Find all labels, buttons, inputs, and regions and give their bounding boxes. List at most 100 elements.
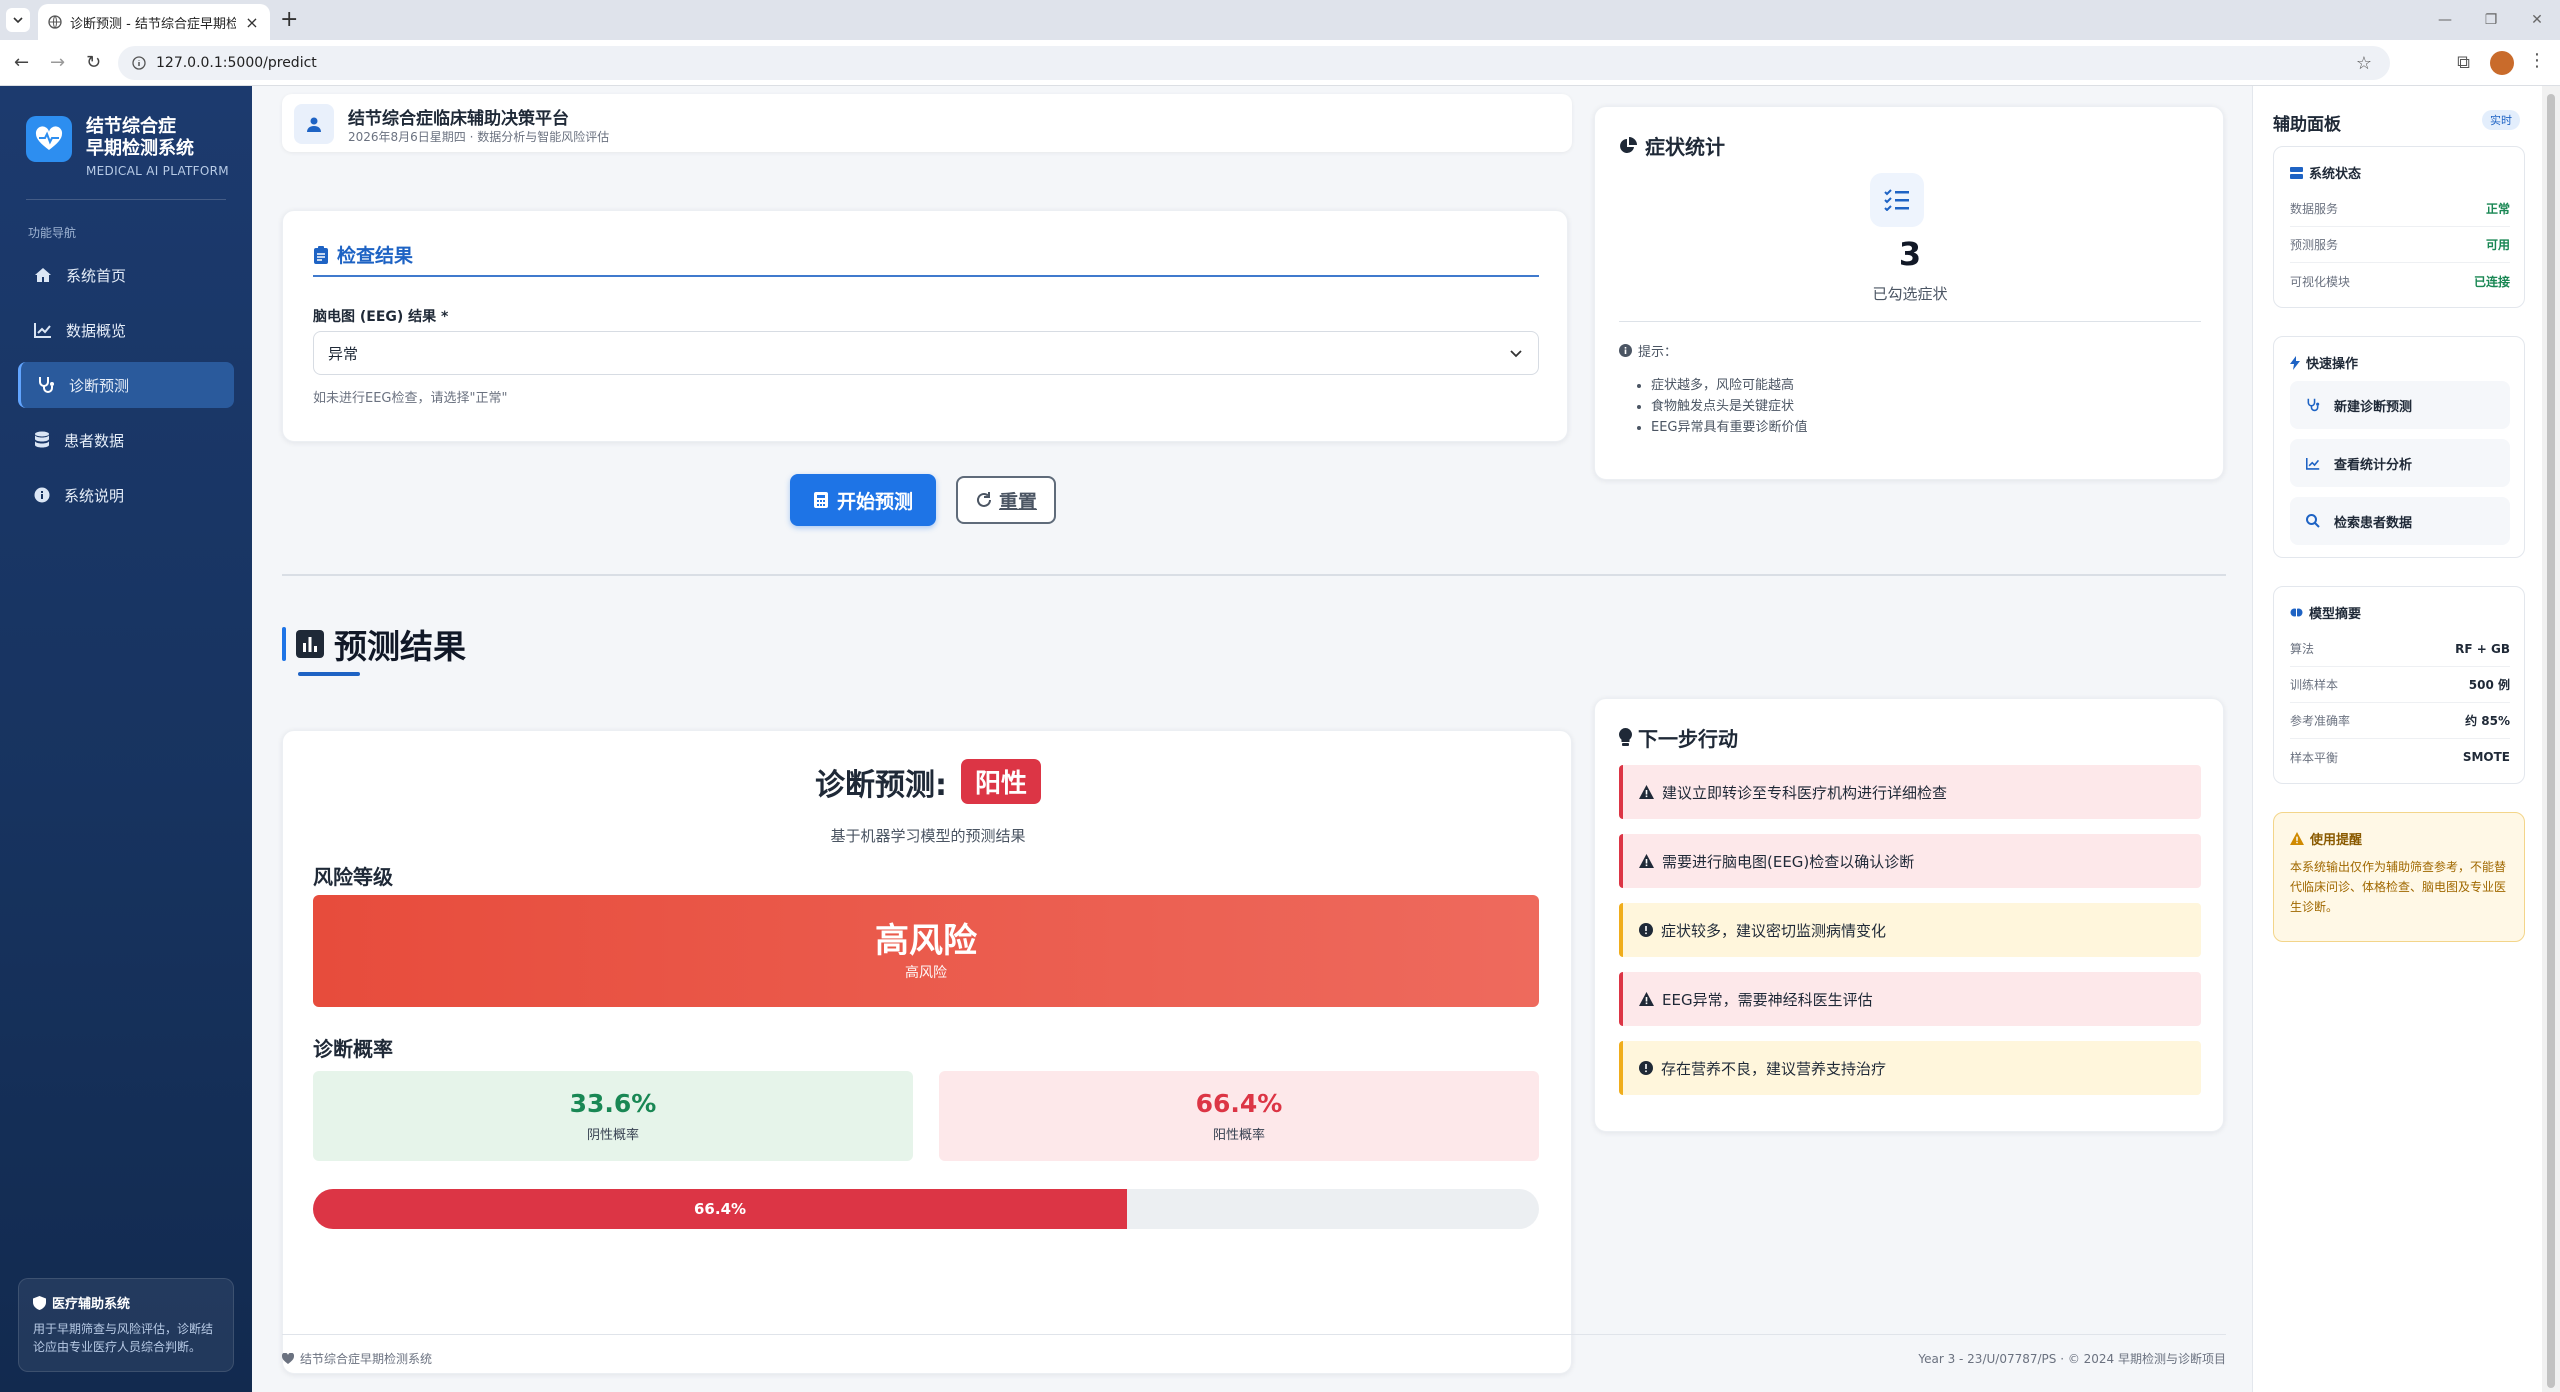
probability-progress-fill: 66.4%: [313, 1189, 1128, 1229]
exam-title: 检查结果: [337, 245, 414, 267]
bookmark-star-icon[interactable]: ☆: [2356, 53, 2372, 74]
main-content: 结节综合症临床辅助决策平台 2026年8月6日星期四 · 数据分析与智能风险评估…: [252, 86, 2252, 1392]
model-row: 训练样本 500 例: [2290, 667, 2510, 703]
probability-label: 诊断概率: [313, 1037, 393, 1061]
close-tab-icon[interactable]: ×: [244, 13, 260, 32]
info-icon: [34, 487, 50, 503]
model-summary-card: 模型摘要 算法 RF + GB 训练样本 500 例 参考准确率 约 85% 样…: [2273, 586, 2525, 784]
diagnosis-badge: 阳性: [960, 759, 1041, 804]
sidebar-item-about[interactable]: 系统说明: [18, 472, 234, 518]
result-section-title: 预测结果: [334, 627, 466, 666]
exam-results-card: 检查结果 脑电图 (EEG) 结果 * 异常 如未进行EEG检查，请选择"正常": [282, 210, 1568, 442]
positive-probability-caption: 阳性概率: [1212, 1128, 1265, 1143]
footer-brand: 结节综合症早期检测系统: [300, 1352, 433, 1366]
symptom-count: 3: [1898, 235, 1922, 273]
sidebar-item-home[interactable]: 系统首页: [18, 252, 234, 298]
brand[interactable]: 结节综合症 早期检测系统 MEDICAL AI PLATFORM: [26, 116, 229, 178]
action-text: 建议立即转诊至专科医疗机构进行详细检查: [1662, 783, 1948, 802]
browser-menu-icon[interactable]: ⋮: [2528, 50, 2546, 71]
quick-search-patients-button[interactable]: 检索患者数据: [2290, 497, 2510, 545]
action-item: EEG异常，需要神经科医生评估: [1619, 972, 2201, 1026]
nav-section-label: 功能导航: [28, 226, 77, 240]
system-status-card: 系统状态 数据服务 正常 预测服务 可用 可视化模块 已连接: [2273, 146, 2525, 308]
eeg-select[interactable]: 异常: [313, 331, 1539, 375]
risk-level-sub: 高风险: [905, 965, 947, 981]
stethoscope-icon: [39, 377, 54, 393]
model-row: 参考准确率 约 85%: [2290, 703, 2510, 739]
url-text: 127.0.0.1:5000/predict: [156, 55, 317, 71]
calculator-icon: [813, 492, 828, 508]
scrollbar-thumb[interactable]: [2547, 94, 2555, 1388]
address-bar: ← → ↻ 127.0.0.1:5000/predict ☆ ⧉ ⋮: [0, 40, 2560, 86]
heart-icon: [282, 1353, 294, 1364]
url-field[interactable]: 127.0.0.1:5000/predict ☆: [118, 46, 2390, 80]
shield-icon: [33, 1295, 46, 1310]
clipboard-icon: [314, 245, 328, 264]
extensions-icon[interactable]: ⧉: [2457, 52, 2470, 73]
browser-tab[interactable]: 诊断预测 - 结节综合症早期检测 ×: [38, 4, 270, 40]
sidebar-item-predict[interactable]: 诊断预测: [18, 362, 234, 408]
list-item: EEG异常具有重要诊断价值: [1651, 417, 1808, 438]
usage-warning-card: 使用提醒 本系统输出仅作为辅助筛查参考，不能替代临床问诊、体格检查、脑电图及专业…: [2273, 812, 2525, 942]
close-window-icon[interactable]: ✕: [2514, 0, 2560, 40]
prediction-result-card: 诊断预测: 阳性 基于机器学习模型的预测结果 风险等级 高风险 高风险 诊断概率…: [282, 730, 1572, 1374]
status-row: 数据服务 正常: [2290, 191, 2510, 227]
risk-level-label: 风险等级: [313, 865, 393, 889]
database-icon: [35, 431, 49, 448]
brand-title-line2: 早期检测系统: [86, 138, 194, 159]
user-icon: [294, 104, 334, 144]
chevron-down-icon: [13, 17, 23, 24]
diagnosis-label: 诊断预测:: [814, 767, 947, 803]
maximize-icon[interactable]: ❐: [2468, 0, 2514, 40]
platform-title: 结节综合症临床辅助决策平台: [348, 109, 569, 129]
chevron-down-icon: [1510, 350, 1522, 358]
new-tab-button[interactable]: +: [280, 8, 298, 32]
stats-title: 症状统计: [1645, 135, 1725, 159]
start-predict-button[interactable]: 开始预测: [790, 474, 936, 526]
minimize-icon[interactable]: —: [2422, 0, 2468, 40]
profile-avatar[interactable]: [2490, 51, 2514, 75]
symptom-count-caption: 已勾选症状: [1872, 285, 1948, 303]
brain-icon: [2290, 608, 2303, 617]
footer-copyright: Year 3 - 23/U/07787/PS · © 2024 早期检测与诊断项…: [1918, 1352, 2226, 1366]
action-item: 建议立即转诊至专科医疗机构进行详细检查: [1619, 765, 2201, 819]
search-icon: [2306, 514, 2320, 528]
forward-icon[interactable]: →: [50, 53, 65, 73]
sidebar-item-label: 数据概览: [66, 321, 127, 340]
tip-heading: 提示：: [1638, 345, 1678, 360]
risk-level-value: 高风险: [875, 921, 977, 961]
negative-probability-value: 33.6%: [569, 1089, 657, 1118]
quick-view-stats-button[interactable]: 查看统计分析: [2290, 439, 2510, 487]
status-row: 预测服务 可用: [2290, 227, 2510, 263]
sidebar-item-patients[interactable]: 患者数据: [18, 417, 234, 463]
action-text: 症状较多，建议密切监测病情变化: [1661, 921, 1887, 940]
tab-title: 诊断预测 - 结节综合症早期检测: [70, 16, 236, 32]
info-icon: [1619, 344, 1632, 357]
home-icon: [35, 268, 51, 282]
reload-icon[interactable]: ↻: [86, 53, 101, 73]
heart-pulse-icon: [26, 116, 72, 162]
eeg-hint: 如未进行EEG检查，请选择"正常": [313, 391, 508, 406]
browser-tab-bar: 诊断预测 - 结节综合症早期检测 × + — ❐ ✕: [0, 0, 2560, 40]
stethoscope-icon: [2307, 398, 2320, 412]
model-summary-title: 模型摘要: [2309, 607, 2362, 622]
chart-line-icon: [34, 323, 51, 338]
sidebar-card-text: 用于早期筛查与风险评估，诊断结论应由专业医疗人员综合判断。: [33, 1322, 214, 1354]
info-icon[interactable]: [132, 56, 146, 70]
server-icon: [2290, 166, 2303, 179]
start-predict-label: 开始预测: [836, 490, 913, 513]
tab-list-button[interactable]: [6, 8, 30, 32]
sidebar-item-label: 患者数据: [64, 431, 125, 450]
exam-title-underline: [313, 275, 1539, 277]
action-item: 需要进行脑电图(EEG)检查以确认诊断: [1619, 834, 2201, 888]
risk-level-box: 高风险 高风险: [313, 895, 1539, 1007]
quick-new-prediction-button[interactable]: 新建诊断预测: [2290, 381, 2510, 429]
next-actions-title: 下一步行动: [1638, 727, 1738, 751]
back-icon[interactable]: ←: [14, 53, 29, 73]
action-text: 存在营养不良，建议营养支持治疗: [1661, 1059, 1887, 1078]
page-scrollbar[interactable]: [2542, 86, 2560, 1392]
platform-subtitle: 2026年8月6日星期四 · 数据分析与智能风险评估: [348, 130, 610, 144]
reset-button[interactable]: 重置: [956, 476, 1056, 524]
assist-panel: 辅助面板 实时 系统状态 数据服务 正常 预测服务 可用 可视化模块 已连接 快…: [2252, 86, 2542, 1392]
sidebar-item-overview[interactable]: 数据概览: [18, 307, 234, 353]
